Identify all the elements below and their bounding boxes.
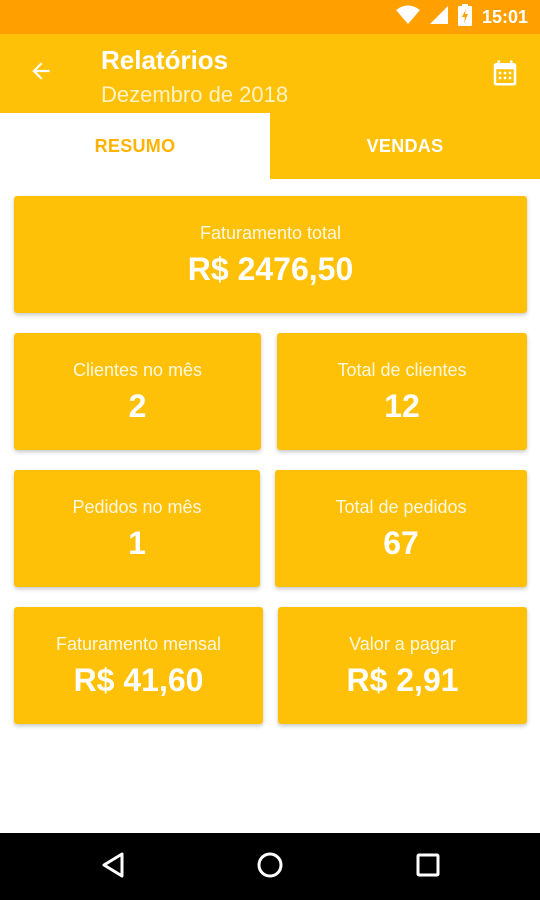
page-subtitle: Dezembro de 2018 bbox=[101, 82, 289, 107]
nav-home-button[interactable] bbox=[252, 849, 288, 885]
card-label: Total de clientes bbox=[337, 360, 467, 380]
card-total-de-clientes: Total de clientes 12 bbox=[277, 333, 527, 450]
card-label: Faturamento mensal bbox=[55, 634, 222, 654]
tab-resumo[interactable]: RESUMO bbox=[0, 113, 270, 179]
circle-home-icon bbox=[255, 850, 285, 885]
card-faturamento-total: Faturamento total R$ 2476,50 bbox=[14, 196, 527, 313]
card-value: R$ 41,60 bbox=[73, 662, 204, 698]
square-recents-icon bbox=[415, 852, 441, 883]
tab-bar: RESUMO VENDAS bbox=[0, 113, 540, 179]
card-value: 67 bbox=[383, 525, 419, 561]
card-clientes-no-mes: Clientes no mês 2 bbox=[14, 333, 261, 450]
card-value: R$ 2,91 bbox=[346, 662, 459, 698]
back-button[interactable] bbox=[24, 56, 58, 90]
arrow-back-icon bbox=[28, 58, 54, 89]
card-valor-a-pagar: Valor a pagar R$ 2,91 bbox=[278, 607, 527, 724]
card-value: 1 bbox=[128, 525, 146, 561]
card-label: Faturamento total bbox=[199, 223, 342, 243]
card-value: 12 bbox=[384, 388, 420, 424]
card-total-de-pedidos: Total de pedidos 67 bbox=[275, 470, 527, 587]
battery-charging-icon bbox=[457, 3, 472, 31]
card-value: 2 bbox=[128, 388, 147, 424]
card-pedidos-no-mes: Pedidos no mês 1 bbox=[14, 470, 260, 587]
card-label: Clientes no mês bbox=[72, 360, 203, 380]
card-value: R$ 2476,50 bbox=[187, 251, 354, 287]
card-label: Valor a pagar bbox=[349, 634, 456, 654]
app-bar: Relatórios Dezembro de 2018 bbox=[0, 34, 540, 113]
status-bar: 15:01 bbox=[0, 0, 540, 34]
card-label: Pedidos no mês bbox=[72, 497, 202, 517]
page-title: Relatórios bbox=[101, 45, 229, 75]
calendar-button[interactable] bbox=[490, 58, 522, 90]
card-label: Total de pedidos bbox=[335, 497, 467, 517]
status-icons: 15:01 bbox=[395, 0, 528, 34]
nav-back-button[interactable] bbox=[95, 849, 131, 885]
tab-vendas[interactable]: VENDAS bbox=[270, 113, 540, 179]
card-faturamento-mensal: Faturamento mensal R$ 41,60 bbox=[14, 607, 263, 724]
wifi-icon bbox=[395, 5, 420, 30]
calendar-icon bbox=[490, 60, 520, 92]
signal-icon bbox=[429, 5, 448, 29]
triangle-back-icon bbox=[100, 851, 126, 884]
nav-recents-button[interactable] bbox=[410, 849, 446, 885]
status-time: 15:01 bbox=[481, 6, 528, 27]
system-nav-bar bbox=[0, 833, 540, 900]
